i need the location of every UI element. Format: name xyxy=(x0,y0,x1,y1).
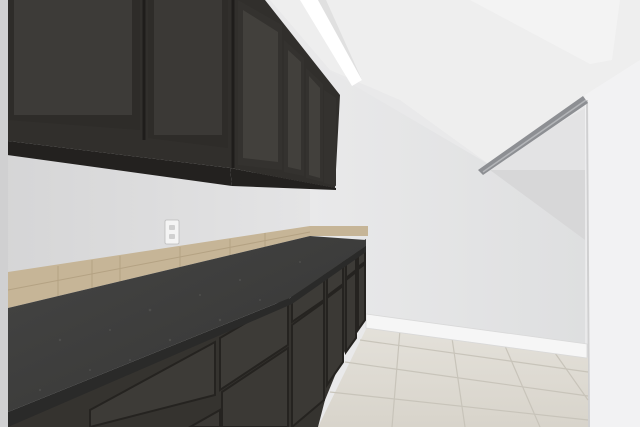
wall-outlet xyxy=(164,219,180,245)
left-edge xyxy=(0,0,8,427)
pantry-illustration xyxy=(0,0,640,427)
pantry-photo xyxy=(0,0,640,427)
right-wall xyxy=(585,60,640,427)
